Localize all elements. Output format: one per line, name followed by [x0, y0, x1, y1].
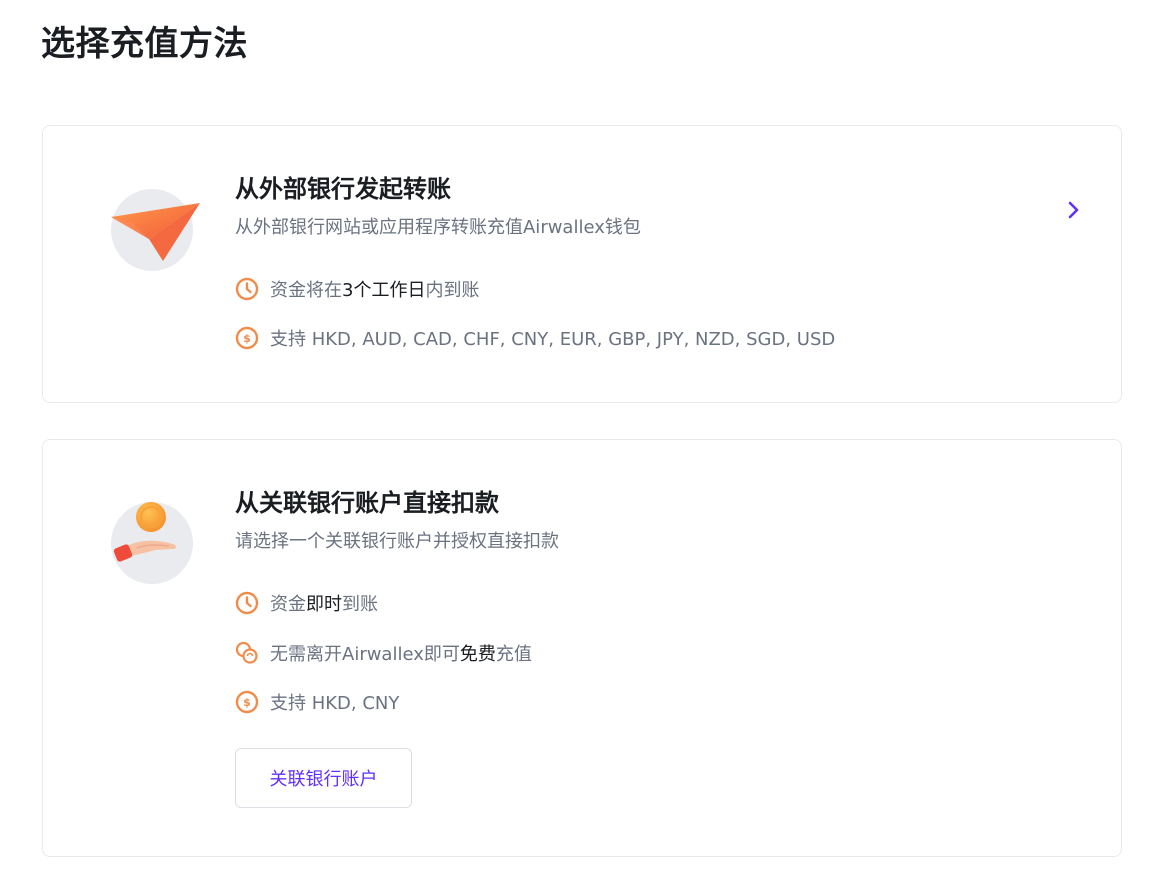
paper-plane-illustration: [111, 189, 200, 271]
dollar-coin-icon: $: [235, 326, 259, 350]
feature-highlight: 免费: [459, 644, 496, 665]
clock-icon: [235, 591, 259, 615]
external-transfer-card[interactable]: 从外部银行发起转账 从外部银行网站或应用程序转账充值Airwallex钱包 资金…: [42, 125, 1122, 403]
feature-supported-currencies: $ 支持 HKD, CNY: [235, 689, 399, 715]
feature-suffix: 充值: [495, 644, 532, 665]
svg-text:$: $: [243, 332, 251, 345]
hand-with-coin-illustration: [111, 502, 193, 584]
feature-highlight: 即时: [306, 594, 342, 615]
external-transfer-subtitle: 从外部银行网站或应用程序转账充值Airwallex钱包: [235, 217, 641, 238]
feature-prefix: 资金将在: [270, 280, 342, 301]
feature-text: 支持 HKD, AUD, CAD, CHF, CNY, EUR, GBP, JP…: [270, 329, 836, 350]
feature-arrival-time: 资金 即时 到账: [235, 590, 378, 616]
coins-icon: [235, 641, 258, 664]
feature-prefix: 无需离开Airwallex即可: [270, 644, 460, 665]
feature-arrival-time: 资金将在 3个工作日 内到账: [235, 276, 479, 302]
direct-debit-subtitle: 请选择一个关联银行账户并授权直接扣款: [235, 531, 559, 552]
feature-highlight: 3个工作日: [342, 280, 426, 301]
clock-icon: [235, 277, 259, 301]
link-bank-account-button[interactable]: 关联银行账户: [235, 748, 412, 808]
direct-debit-title: 从关联银行账户直接扣款: [235, 489, 499, 517]
external-transfer-title: 从外部银行发起转账: [235, 175, 451, 203]
svg-text:$: $: [243, 696, 251, 709]
feature-suffix: 内到账: [425, 280, 480, 301]
page-title: 选择充值方法: [41, 24, 248, 64]
feature-text: 支持 HKD, CNY: [270, 693, 400, 714]
dollar-coin-icon: $: [235, 690, 259, 714]
feature-prefix: 资金: [270, 594, 306, 615]
feature-free-topup: 无需离开Airwallex即可 免费 充值: [235, 640, 532, 666]
chevron-right-icon[interactable]: [1066, 199, 1082, 221]
feature-suffix: 到账: [342, 594, 378, 615]
feature-supported-currencies: $ 支持 HKD, AUD, CAD, CHF, CNY, EUR, GBP, …: [235, 325, 835, 351]
direct-debit-card: 从关联银行账户直接扣款 请选择一个关联银行账户并授权直接扣款 资金 即时 到账 无需…: [42, 439, 1122, 857]
